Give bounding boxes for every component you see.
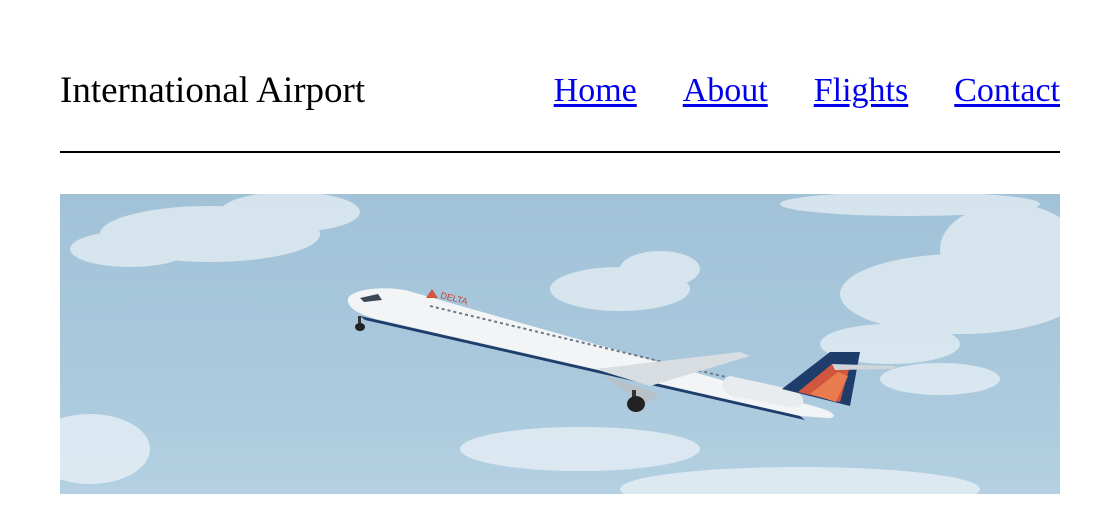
hero-image: DELTA	[60, 194, 1060, 494]
site-title: International Airport	[60, 70, 366, 111]
site-header: International Airport Home About Flights…	[60, 66, 1060, 116]
nav-link-flights[interactable]: Flights	[814, 66, 908, 116]
nav-link-home[interactable]: Home	[554, 66, 637, 116]
nav-link-contact[interactable]: Contact	[954, 66, 1060, 116]
header-divider	[60, 151, 1060, 153]
main-nav: Home About Flights Contact	[554, 66, 1060, 116]
airplane-photo: DELTA	[60, 194, 1060, 494]
nav-link-about[interactable]: About	[683, 66, 768, 116]
